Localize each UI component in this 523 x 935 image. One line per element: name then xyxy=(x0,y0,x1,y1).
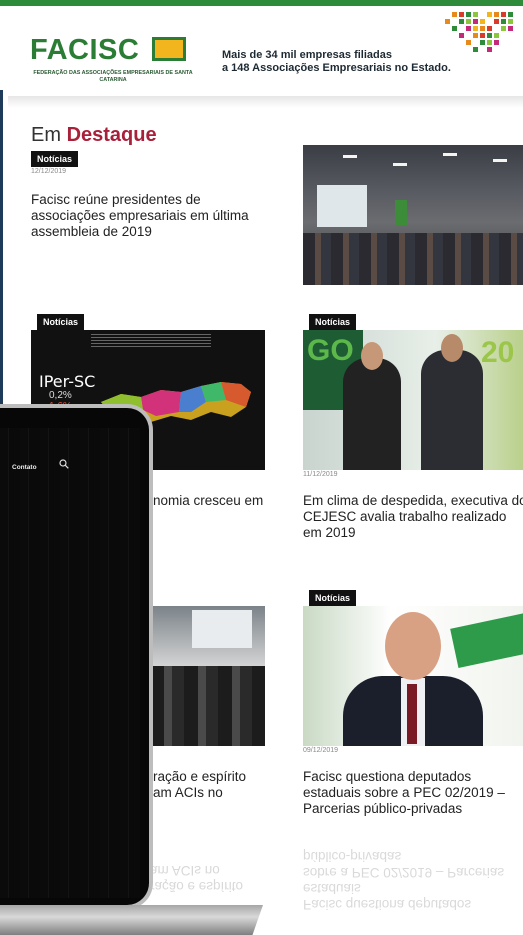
card-5-date: 09/12/2019 xyxy=(303,747,339,754)
card-4-title-partial[interactable]: ração e espírito am ACIs no xyxy=(153,769,268,801)
reflection-text-left: ração e espírito am ACIs no xyxy=(150,862,270,894)
reflection-line-1: público-privadas xyxy=(303,849,402,864)
card-3-badge[interactable]: Notícias xyxy=(309,314,357,330)
person-left xyxy=(343,358,401,470)
decorative-dot xyxy=(452,26,457,31)
decorative-dot xyxy=(480,26,485,31)
decorative-dot xyxy=(480,40,485,45)
decorative-dot xyxy=(494,12,499,17)
section-title-accent: Destaque xyxy=(66,124,157,146)
decorative-dot xyxy=(501,12,506,17)
card-3-title[interactable]: Em clima de despedida, executiva do CEJE… xyxy=(303,493,523,541)
card-3-image[interactable]: GO 20 xyxy=(303,330,523,470)
facisc-logo[interactable]: FACISC FEDERAÇÃO DAS ASSOCIAÇÕES EMPRESA… xyxy=(30,34,193,92)
decorative-dot xyxy=(487,26,492,31)
decorative-dot xyxy=(494,19,499,24)
card-5-image[interactable] xyxy=(303,606,523,746)
card-1-date: 12/12/2019 xyxy=(31,168,67,175)
card-5-badge[interactable]: Notícias xyxy=(309,590,357,606)
decorative-dot xyxy=(459,33,464,38)
decorative-dot xyxy=(473,33,478,38)
decorative-dot xyxy=(494,40,499,45)
laptop-screen xyxy=(0,428,140,898)
section-title: Em Destaque xyxy=(31,124,157,147)
decorative-dot xyxy=(494,33,499,38)
person-right xyxy=(421,350,483,470)
reflection-left-line-2: ração e espírito xyxy=(150,879,244,894)
page: FACISC FEDERAÇÃO DAS ASSOCIAÇÕES EMPRESA… xyxy=(0,0,523,935)
card-2-badge[interactable]: Notícias xyxy=(37,314,85,330)
card-4-image[interactable] xyxy=(150,606,265,746)
card-4-title-line-2: am ACIs no xyxy=(153,785,223,800)
card-1-title[interactable]: Facisc reúne presidentes de associações … xyxy=(31,192,256,240)
reflection-text: Facisc questiona deputados estaduais sob… xyxy=(303,848,523,912)
decorative-dot xyxy=(480,19,485,24)
decorative-dot xyxy=(445,19,450,24)
laptop-mockup: Contato xyxy=(0,404,153,909)
decorative-dot xyxy=(466,19,471,24)
search-icon[interactable] xyxy=(59,459,69,469)
background-stripe xyxy=(450,606,523,669)
event-logo-text: GO xyxy=(307,334,354,367)
decorative-dot xyxy=(487,47,492,52)
decorative-dot xyxy=(487,12,492,17)
card-5-title[interactable]: Facisc questiona deputados estaduais sob… xyxy=(303,769,523,817)
card-2-title-partial[interactable]: nomia cresceu em xyxy=(153,493,268,509)
logo-subtitle: FEDERAÇÃO DAS ASSOCIAÇÕES EMPRESARIAIS D… xyxy=(33,70,193,83)
decorative-dot xyxy=(480,33,485,38)
laptop-menu-contato[interactable]: Contato xyxy=(12,464,37,471)
person-left-face xyxy=(361,342,383,370)
left-divider xyxy=(0,90,3,420)
card-4-title-line-1: ração e espírito xyxy=(153,769,247,784)
card-1-image[interactable] xyxy=(303,145,523,285)
tagline-line-2: a 148 Associações Empresariais no Estado… xyxy=(222,61,451,74)
decorative-dot xyxy=(508,26,513,31)
event-number: 20 xyxy=(481,336,515,369)
reflection-line-3: Facisc questiona deputados estaduais xyxy=(303,881,472,912)
ceiling-light xyxy=(443,153,457,156)
decorative-dot xyxy=(501,26,506,31)
decorative-dot xyxy=(459,12,464,17)
audience xyxy=(150,666,265,746)
decorative-dot xyxy=(466,26,471,31)
decorative-dot xyxy=(487,33,492,38)
ceiling-light xyxy=(343,155,357,158)
reflection-line-2: sobre a PEC 02/2019 – Parcerias xyxy=(303,865,505,880)
decorative-dot xyxy=(466,12,471,17)
decorative-dot xyxy=(473,47,478,52)
section-title-plain: Em xyxy=(31,124,67,146)
projection-screen xyxy=(317,185,367,227)
decorative-dot xyxy=(501,19,506,24)
decorative-dot xyxy=(466,40,471,45)
laptop-base xyxy=(0,905,263,935)
decorative-dots-icon xyxy=(445,12,523,58)
decorative-dot xyxy=(473,19,478,24)
person-face xyxy=(385,612,441,680)
card-1-badge[interactable]: Notícias xyxy=(31,151,79,167)
audience xyxy=(303,233,523,285)
reflection-left-line-1: am ACIs no xyxy=(150,863,220,878)
header-divider xyxy=(8,96,523,108)
projection-screen xyxy=(192,610,252,648)
stage-banner xyxy=(395,200,407,225)
decorative-dot xyxy=(508,12,513,17)
infographic-value-1: 0,2% xyxy=(49,390,72,401)
decorative-dot xyxy=(473,26,478,31)
person-tie xyxy=(407,684,417,744)
ceiling-light xyxy=(493,159,507,162)
logo-mark-icon xyxy=(152,37,186,61)
decorative-dot xyxy=(508,19,513,24)
decorative-dot xyxy=(473,12,478,17)
infographic-label: IPer-SC xyxy=(39,372,96,391)
person-right-face xyxy=(441,334,463,362)
decorative-dot xyxy=(459,19,464,24)
ceiling-light xyxy=(393,163,407,166)
decorative-dot xyxy=(452,12,457,17)
site-header: FACISC FEDERAÇÃO DAS ASSOCIAÇÕES EMPRESA… xyxy=(0,6,523,98)
logo-wordmark: FACISC xyxy=(30,34,140,66)
decorative-dot xyxy=(487,40,492,45)
infographic-header xyxy=(91,334,211,348)
card-3-date: 11/12/2019 xyxy=(303,471,338,478)
